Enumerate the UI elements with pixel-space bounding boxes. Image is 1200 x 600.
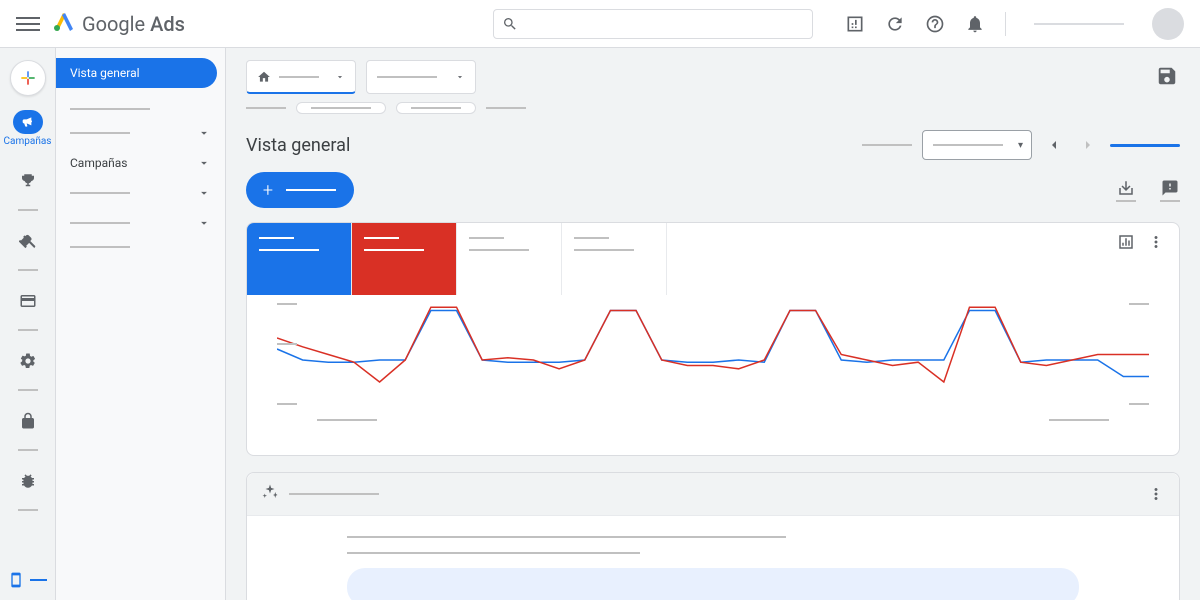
plus-icon xyxy=(18,68,38,88)
search-icon xyxy=(502,16,518,32)
menu-icon[interactable] xyxy=(16,12,40,36)
sidebar-item-6[interactable] xyxy=(56,238,225,256)
insight-text-1 xyxy=(347,536,786,538)
filter-chip-2[interactable] xyxy=(396,102,476,114)
insight-text-2 xyxy=(347,552,640,554)
trophy-icon xyxy=(19,172,37,190)
chevron-down-icon xyxy=(197,156,211,170)
bug-icon xyxy=(19,472,37,490)
rail-item-bug[interactable] xyxy=(8,461,48,501)
chevron-down-icon xyxy=(197,216,211,230)
insight-card xyxy=(246,472,1180,600)
chart-settings-icon[interactable] xyxy=(1117,233,1135,251)
lock-icon xyxy=(19,412,37,430)
help-icon[interactable] xyxy=(925,14,945,34)
metric-tab-4[interactable] xyxy=(562,223,667,295)
header-divider xyxy=(1005,12,1006,36)
performance-chart xyxy=(247,295,1179,455)
save-icon xyxy=(1156,65,1178,87)
sidebar-item-overview[interactable]: Vista general xyxy=(56,58,217,88)
page-title: Vista general xyxy=(246,135,350,156)
new-campaign-button[interactable]: + xyxy=(246,172,354,208)
chevron-left-icon xyxy=(1046,137,1062,153)
sidebar-item-1[interactable] xyxy=(56,100,225,118)
account-name[interactable] xyxy=(1034,23,1124,25)
metric-tab-2[interactable] xyxy=(352,223,457,295)
megaphone-icon xyxy=(20,114,36,130)
search-input[interactable] xyxy=(493,9,813,39)
main-content: Vista general + xyxy=(226,48,1200,600)
rail-label-campaigns: Campañas xyxy=(4,136,52,147)
nav-sidebar: Vista general Campañas xyxy=(56,48,226,600)
rail-item-tools[interactable] xyxy=(8,221,48,261)
account-scope-chip[interactable] xyxy=(246,60,356,94)
tools-icon xyxy=(19,232,37,250)
home-icon xyxy=(257,70,271,84)
metric-tab-1[interactable] xyxy=(247,223,352,295)
sidebar-item-campaigns[interactable]: Campañas xyxy=(56,148,225,178)
chevron-down-icon xyxy=(197,126,211,140)
download-icon xyxy=(1117,179,1135,197)
date-range-picker[interactable] xyxy=(922,130,1032,160)
download-button[interactable] xyxy=(1116,179,1136,202)
sidebar-item-5[interactable] xyxy=(56,208,225,238)
rail-item-campaigns[interactable]: Campañas xyxy=(0,102,55,151)
rail-item-settings[interactable] xyxy=(8,341,48,381)
reports-icon[interactable] xyxy=(845,14,865,34)
insight-suggestion-pill[interactable] xyxy=(347,568,1079,600)
user-avatar[interactable] xyxy=(1152,8,1184,40)
performance-card xyxy=(246,222,1180,456)
campaign-scope-chip[interactable] xyxy=(366,60,476,94)
rail-item-security[interactable] xyxy=(8,401,48,441)
feedback-button[interactable] xyxy=(1160,179,1180,202)
header-actions xyxy=(845,8,1184,40)
chevron-down-icon xyxy=(455,72,465,82)
sidebar-item-4[interactable] xyxy=(56,178,225,208)
notifications-icon[interactable] xyxy=(965,14,985,34)
more-icon[interactable] xyxy=(1147,485,1165,503)
metric-tab-3[interactable] xyxy=(457,223,562,295)
rail-item-goals[interactable] xyxy=(8,161,48,201)
plus-icon: + xyxy=(258,180,278,200)
device-icon xyxy=(8,572,24,588)
create-button[interactable] xyxy=(10,60,46,96)
product-logo[interactable]: Google Ads xyxy=(52,9,185,38)
sidebar-item-2[interactable] xyxy=(56,118,225,148)
sparkle-icon xyxy=(261,483,279,505)
more-icon[interactable] xyxy=(1147,233,1165,251)
icon-rail: Campañas xyxy=(0,48,56,600)
product-name: Google Ads xyxy=(82,12,185,36)
rail-item-billing[interactable] xyxy=(8,281,48,321)
chevron-right-icon xyxy=(1080,137,1096,153)
card-icon xyxy=(19,292,37,310)
refresh-icon[interactable] xyxy=(885,14,905,34)
filter-row xyxy=(246,102,1180,114)
chevron-down-icon xyxy=(197,186,211,200)
ads-logo-icon xyxy=(52,9,76,38)
save-view-button[interactable] xyxy=(1156,65,1180,89)
feedback-icon xyxy=(1161,179,1179,197)
compare-toggle[interactable] xyxy=(1110,144,1180,147)
date-prev-button[interactable] xyxy=(1042,133,1066,157)
rail-bottom-link[interactable] xyxy=(0,572,55,588)
gear-icon xyxy=(19,352,37,370)
date-next-button[interactable] xyxy=(1076,133,1100,157)
app-header: Google Ads xyxy=(0,0,1200,48)
filter-chip-1[interactable] xyxy=(296,102,386,114)
chevron-down-icon xyxy=(335,72,345,82)
